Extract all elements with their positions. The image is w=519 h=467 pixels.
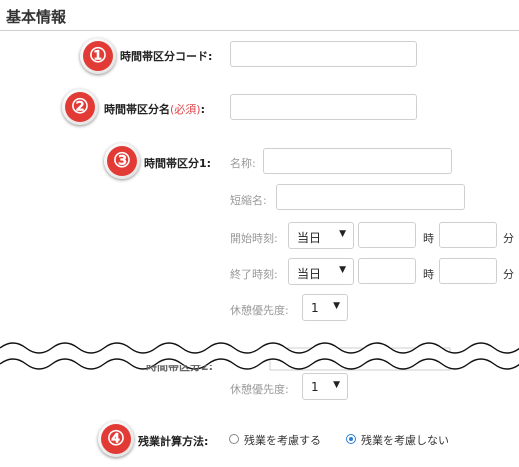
step-badge-1: ① — [80, 38, 116, 74]
step-badge-2: ② — [62, 89, 98, 125]
slot1-end-day-select[interactable]: 当日 ▼ — [288, 258, 354, 285]
overtime-label: 残業計算方法: — [138, 435, 209, 448]
overtime-consider-label[interactable]: 残業を考慮する — [244, 432, 321, 448]
name-label: 時間帯区分名(必須): — [104, 101, 205, 117]
slot1-start-label: 開始時刻: — [230, 232, 278, 245]
slot2-label-partial: 時間帯区分2: — [146, 365, 214, 373]
slot1-end-hour-input[interactable] — [358, 258, 416, 284]
slot1-name-input[interactable] — [263, 148, 452, 174]
slot1-name-label: 名称: — [230, 157, 256, 170]
step-badge-3: ③ — [104, 143, 140, 179]
name-label-colon: : — [200, 103, 205, 116]
overtime-consider-radio[interactable] — [229, 434, 239, 444]
minute-unit: 分 — [503, 268, 514, 281]
hour-unit: 時 — [423, 268, 434, 281]
section-divider — [0, 30, 519, 31]
hour-unit: 時 — [423, 232, 434, 245]
slot1-start-hour-input[interactable] — [358, 222, 416, 248]
required-mark: (必須) — [170, 103, 201, 116]
chevron-down-icon: ▼ — [339, 229, 346, 239]
code-input[interactable] — [230, 41, 417, 67]
overtime-ignore-radio[interactable] — [346, 434, 356, 444]
minute-unit: 分 — [503, 232, 514, 245]
step-badge-4: ④ — [98, 421, 134, 457]
slot1-short-label: 短縮名: — [230, 194, 267, 207]
start-day-value: 当日 — [297, 231, 322, 245]
name-input[interactable] — [230, 94, 417, 120]
slot1-end-label: 終了時刻: — [230, 268, 278, 281]
slot2-break-select[interactable]: 1 ▼ — [302, 373, 348, 400]
code-label: 時間帯区分コード: — [120, 50, 213, 63]
name-label-text: 時間帯区分名 — [104, 103, 170, 116]
slot1-break-select[interactable]: 1 ▼ — [302, 294, 348, 321]
section-title: 基本情報 — [6, 8, 67, 26]
chevron-down-icon: ▼ — [339, 265, 346, 275]
chevron-down-icon: ▼ — [333, 301, 340, 311]
slot1-start-day-select[interactable]: 当日 ▼ — [288, 222, 354, 249]
slot1-short-input[interactable] — [276, 184, 465, 210]
slot1-end-minute-input[interactable] — [439, 258, 497, 284]
slot1-break-label: 休憩優先度: — [230, 304, 289, 317]
slot2-break-label: 休憩優先度: — [230, 383, 289, 396]
break-value: 1 — [311, 380, 319, 394]
break-value: 1 — [311, 301, 319, 315]
slot1-start-minute-input[interactable] — [439, 222, 497, 248]
omission-wave — [0, 342, 519, 371]
overtime-ignore-label[interactable]: 残業を考慮しない — [361, 432, 449, 448]
chevron-down-icon: ▼ — [333, 380, 340, 390]
end-day-value: 当日 — [297, 267, 322, 281]
slot1-label: 時間帯区分1: — [144, 157, 212, 170]
